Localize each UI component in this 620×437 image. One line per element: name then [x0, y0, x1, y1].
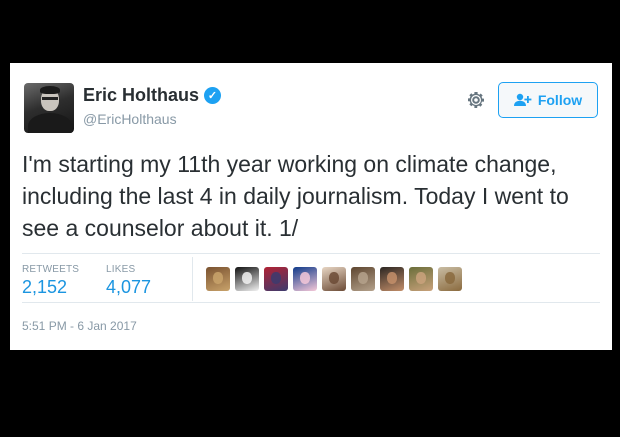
liker-avatars [206, 267, 462, 291]
liker-avatar-3[interactable] [264, 267, 288, 291]
likes-count: 4,077 [106, 277, 152, 297]
follow-button[interactable]: Follow [498, 82, 598, 118]
liker-avatar-face [300, 272, 310, 284]
liker-avatar-6[interactable] [351, 267, 375, 291]
liker-avatar-7[interactable] [380, 267, 404, 291]
avatar-shoulders [28, 113, 72, 133]
tweet-card: Eric Holthaus ✓ @EricHolthaus Follow I'm… [10, 63, 612, 350]
retweets-count: 2,152 [22, 277, 68, 297]
liker-avatar-face [416, 272, 426, 284]
follow-button-label: Follow [537, 92, 583, 108]
liker-avatar-face [445, 272, 455, 284]
liker-avatar-face [358, 272, 368, 284]
liker-avatar-face [329, 272, 339, 284]
liker-avatar-1[interactable] [206, 267, 230, 291]
liker-avatar-face [213, 272, 223, 284]
user-name-row: Eric Holthaus ✓ [83, 85, 222, 106]
gear-icon[interactable] [466, 90, 486, 110]
liker-avatar-9[interactable] [438, 267, 462, 291]
stats-separator [192, 257, 193, 301]
liker-avatar-4[interactable] [293, 267, 317, 291]
liker-avatar-face [242, 272, 252, 284]
tweet-text: I'm starting my 11th year working on cli… [22, 151, 569, 241]
likes-label: LIKES [106, 264, 136, 275]
retweets-label: RETWEETS [22, 264, 80, 275]
add-user-icon [513, 93, 532, 107]
liker-avatar-5[interactable] [322, 267, 346, 291]
user-handle[interactable]: @EricHolthaus [83, 111, 177, 127]
divider-top [22, 253, 600, 254]
liker-avatar-2[interactable] [235, 267, 259, 291]
verified-badge-icon: ✓ [204, 87, 222, 104]
avatar-hair [40, 86, 60, 94]
likes-stat[interactable]: LIKES 4,077 [106, 264, 151, 298]
tweet-timestamp[interactable]: 5:51 PM - 6 Jan 2017 [22, 319, 137, 333]
avatar[interactable] [24, 83, 74, 133]
liker-avatar-8[interactable] [409, 267, 433, 291]
liker-avatar-face [271, 272, 281, 284]
liker-avatar-face [387, 272, 397, 284]
retweets-stat[interactable]: RETWEETS 2,152 [22, 264, 79, 298]
avatar-glasses [42, 97, 58, 100]
divider-bottom [22, 302, 600, 303]
user-name[interactable]: Eric Holthaus [83, 85, 199, 106]
